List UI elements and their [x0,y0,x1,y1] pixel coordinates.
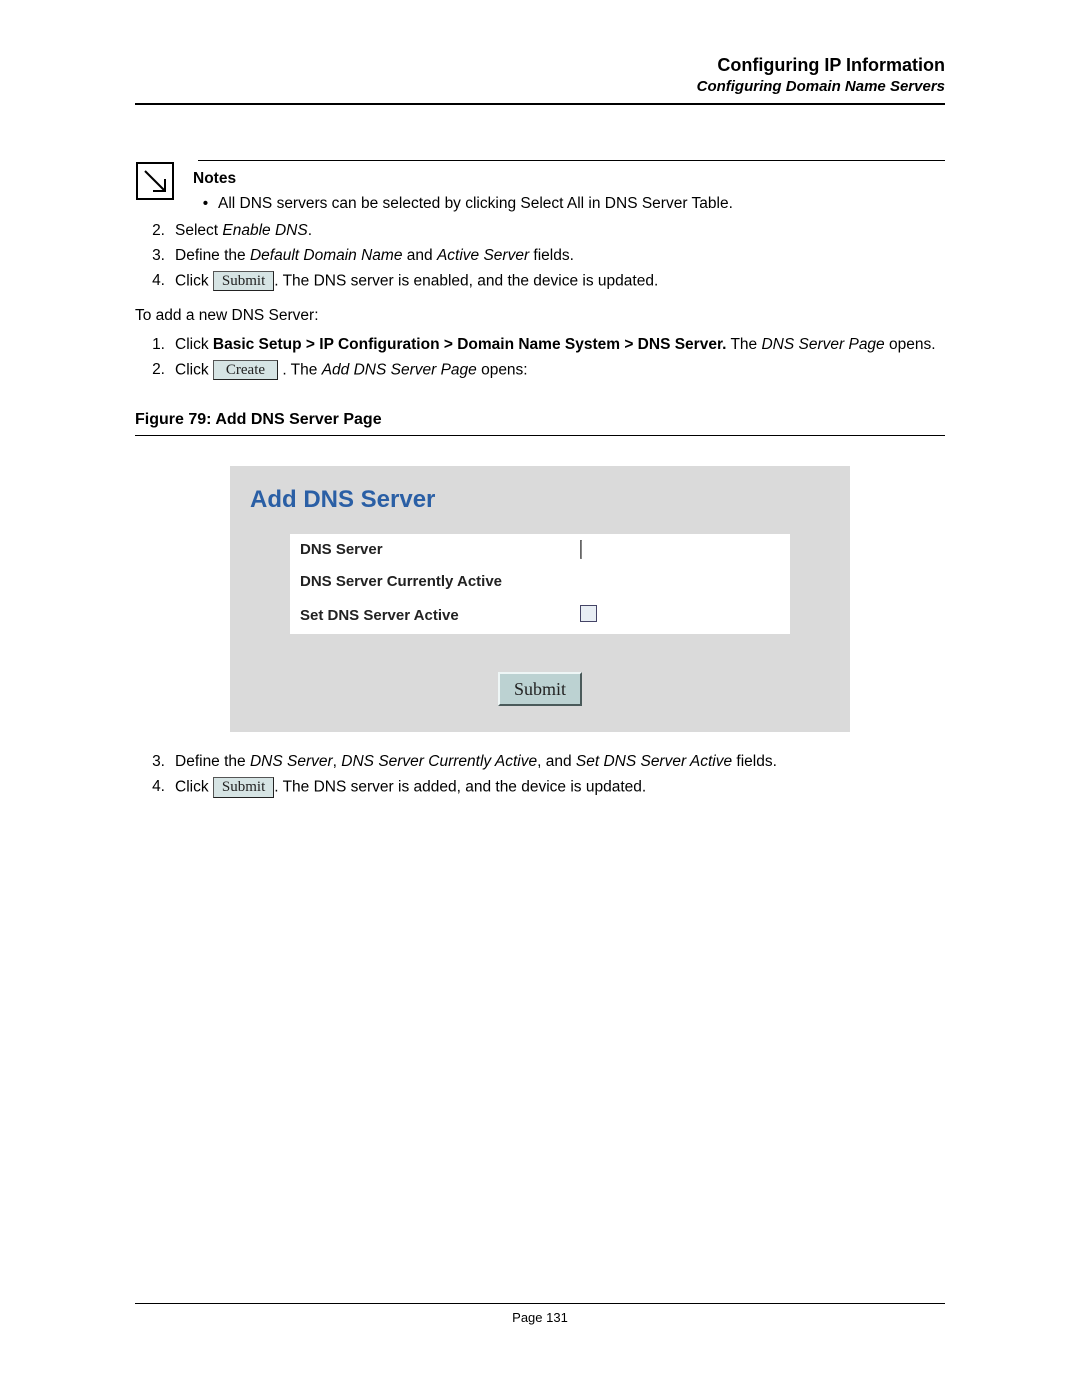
table-row: DNS Server [290,534,790,566]
step-text: Click [175,272,213,289]
submit-button-inline: Submit [213,777,274,798]
dns-server-input[interactable] [580,540,582,559]
step-number: 4. [135,271,175,292]
step-text: and [402,247,436,264]
step-number: 2. [135,221,175,242]
step-text: Click [175,336,213,353]
step-number: 3. [135,752,175,773]
dns-active-value [570,566,790,598]
notes-bullet-text: All DNS servers can be selected by click… [218,194,733,215]
step-number: 1. [135,335,175,356]
header-title: Configuring IP Information [135,55,945,76]
create-button-inline: Create [213,360,278,381]
page-number: Page 131 [135,1310,945,1325]
step-text: Define the [175,247,250,264]
step-text: Click [175,778,213,795]
table-row: DNS Server Currently Active [290,566,790,598]
steps-a-list: 2. Select Enable DNS. 3. Define the Defa… [135,221,945,292]
step-number: 3. [135,246,175,267]
step-em: Add DNS Server Page [322,361,477,378]
step-text: fields. [732,753,777,770]
step-text: Select [175,222,222,239]
dns-server-label: DNS Server [290,534,570,566]
footer-rule [135,1303,945,1304]
step-em: Active Server [437,247,529,264]
step-em: DNS Server Page [761,336,884,353]
submit-button-inline: Submit [213,271,274,292]
step-em: Default Domain Name [250,247,402,264]
step-em: DNS Server Currently Active [341,753,537,770]
step-text: . The DNS server is enabled, and the dev… [274,272,658,289]
step-text: , [333,753,342,770]
step-text: opens. [885,336,936,353]
steps-b-list: 1. Click Basic Setup > IP Configuration … [135,335,945,381]
bullet-dot: • [193,194,218,215]
dns-active-label: DNS Server Currently Active [290,566,570,598]
table-row: Set DNS Server Active [290,599,790,634]
dns-form-table: DNS Server DNS Server Currently Active S… [290,534,790,634]
intro-paragraph: To add a new DNS Server: [135,306,945,327]
step-text: Define the [175,753,250,770]
step-em: Enable DNS [222,222,307,239]
panel-title: Add DNS Server [250,484,830,516]
step-number: 2. [135,360,175,381]
step-text: opens: [477,361,528,378]
notes-label: Notes [193,169,945,190]
figure-top-rule [135,435,945,436]
step-text: . [308,222,312,239]
step-text: The [726,336,761,353]
set-active-label: Set DNS Server Active [290,599,570,634]
figure-area: Add DNS Server DNS Server DNS Server Cur… [230,466,850,732]
page-header: Configuring IP Information Configuring D… [135,55,945,95]
notes-block: Notes • All DNS servers can be selected … [135,161,945,215]
header-rule [135,103,945,105]
step-bold: Basic Setup > IP Configuration > Domain … [213,336,727,353]
set-active-checkbox[interactable] [580,605,597,622]
header-subtitle: Configuring Domain Name Servers [135,78,945,95]
add-dns-panel: Add DNS Server DNS Server DNS Server Cur… [230,466,850,732]
steps-c-list: 3. Define the DNS Server, DNS Server Cur… [135,752,945,798]
step-em: DNS Server [250,753,333,770]
step-text: Click [175,361,213,378]
content-area: Notes • All DNS servers can be selected … [135,160,945,798]
step-text: . The DNS server is added, and the devic… [274,778,646,795]
step-em: Set DNS Server Active [576,753,732,770]
figure-caption: Figure 79: Add DNS Server Page [135,409,945,431]
step-number: 4. [135,777,175,798]
step-text: fields. [529,247,574,264]
submit-button[interactable]: Submit [498,672,582,706]
step-text: , and [537,753,576,770]
step-text: . The [278,361,322,378]
page-footer: Page 131 [135,1303,945,1325]
notes-arrow-icon [135,161,175,201]
